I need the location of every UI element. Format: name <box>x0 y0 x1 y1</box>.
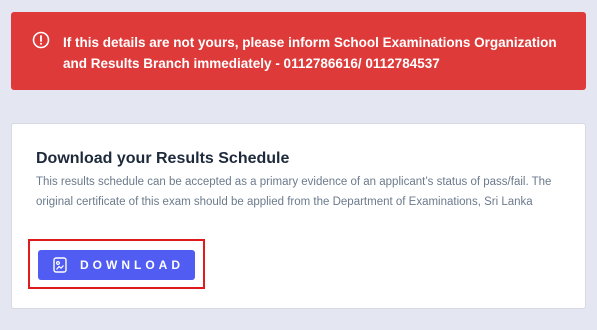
download-highlight-box: DOWNLOAD <box>28 239 205 289</box>
error-alert: If this details are not yours, please in… <box>11 12 586 90</box>
card-description: This results schedule can be accepted as… <box>36 176 552 208</box>
card-title: Download your Results Schedule <box>36 150 290 167</box>
document-icon <box>53 257 67 273</box>
results-schedule-card: Download your Results Schedule This resu… <box>11 123 586 309</box>
download-button-label: DOWNLOAD <box>80 258 184 272</box>
alert-message: If this details are not yours, please in… <box>63 35 557 71</box>
exclamation-circle-icon <box>32 31 50 49</box>
download-button[interactable]: DOWNLOAD <box>38 250 195 280</box>
